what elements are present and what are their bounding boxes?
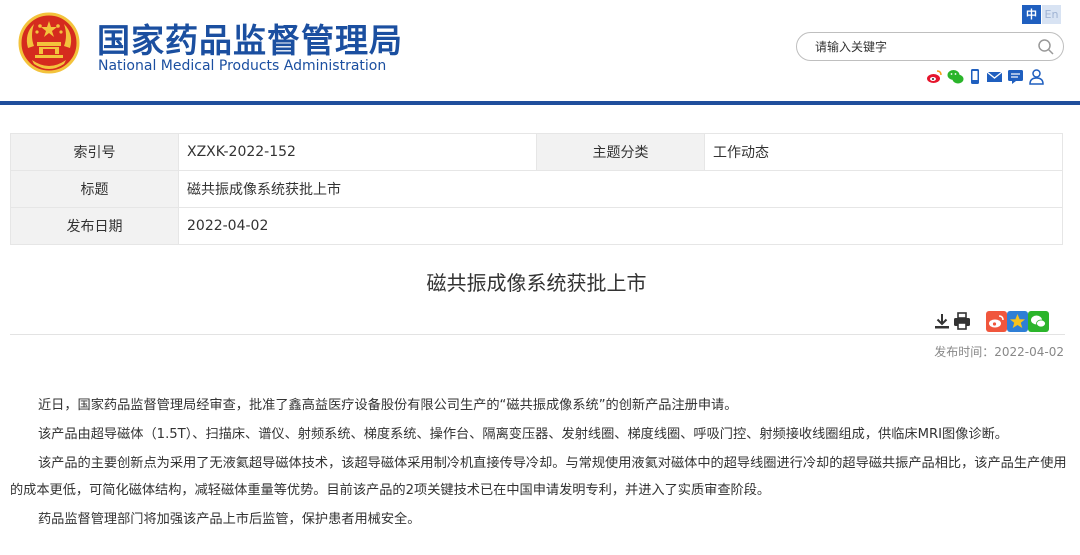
title-value: 磁共振成像系统获批上市 bbox=[178, 170, 1063, 208]
article-tools bbox=[932, 310, 1049, 332]
publish-date-value: 2022-04-02 bbox=[178, 207, 1063, 245]
article-divider bbox=[10, 334, 1065, 335]
language-chinese-button[interactable]: 中 bbox=[1022, 5, 1041, 24]
title-label: 标题 bbox=[10, 170, 179, 208]
paragraph: 近日，国家药品监督管理局经审查，批准了鑫高益医疗设备股份有限公司生产的“磁共振成… bbox=[38, 398, 738, 413]
publish-date-label: 发布日期 bbox=[10, 207, 179, 245]
table-row: 发布日期 2022-04-02 bbox=[10, 207, 1063, 245]
wechat-share-icon[interactable] bbox=[1028, 310, 1049, 332]
weibo-icon[interactable] bbox=[926, 68, 943, 85]
publish-time: 发布时间：2022-04-02 bbox=[934, 345, 1064, 359]
search-icon[interactable] bbox=[1037, 38, 1055, 56]
table-row: 索引号 XZXK-2022-152 主题分类 工作动态 bbox=[10, 133, 1063, 171]
weibo-share-icon[interactable] bbox=[986, 310, 1007, 332]
header-divider bbox=[0, 101, 1080, 105]
user-icon[interactable] bbox=[1028, 68, 1045, 85]
table-row: 标题 磁共振成像系统获批上市 bbox=[10, 170, 1063, 208]
download-icon[interactable] bbox=[932, 311, 952, 331]
category-value: 工作动态 bbox=[704, 133, 1063, 171]
article-title: 磁共振成像系统获批上市 bbox=[426, 271, 647, 295]
social-links bbox=[926, 66, 1045, 86]
site-title-english[interactable]: National Medical Products Administration bbox=[98, 58, 386, 74]
print-icon[interactable] bbox=[952, 311, 972, 331]
search-input[interactable] bbox=[815, 38, 1025, 56]
search-box bbox=[796, 32, 1064, 61]
article-body: 近日，国家药品监督管理局经审查，批准了鑫高益医疗设备股份有限公司生产的“磁共振成… bbox=[10, 392, 1068, 535]
qzone-share-icon[interactable] bbox=[1007, 310, 1028, 332]
paragraph: 药品监督管理部门将加强该产品上市后监管，保护患者用械安全。 bbox=[38, 512, 421, 527]
mobile-icon[interactable] bbox=[968, 68, 982, 85]
mail-icon[interactable] bbox=[986, 68, 1003, 85]
index-number-label: 索引号 bbox=[10, 133, 179, 171]
paragraph: 该产品由超导磁体（1.5T）、扫描床、谱仪、射频系统、梯度系统、操作台、隔离变压… bbox=[38, 427, 1008, 442]
language-english-button[interactable]: En bbox=[1042, 5, 1061, 24]
national-emblem-logo[interactable] bbox=[18, 12, 80, 74]
paragraph: 该产品的主要创新点为采用了无液氦超导磁体技术，该超导磁体采用制冷机直接传导冷却。… bbox=[10, 456, 1067, 498]
category-label: 主题分类 bbox=[536, 133, 705, 171]
wechat-icon[interactable] bbox=[947, 68, 964, 85]
site-header: 国家药品监督管理局 National Medical Products Admi… bbox=[0, 0, 1080, 101]
site-title[interactable]: 国家药品监督管理局 bbox=[97, 14, 403, 62]
document-info-table: 索引号 XZXK-2022-152 主题分类 工作动态 标题 磁共振成像系统获批… bbox=[10, 133, 1063, 245]
message-icon[interactable] bbox=[1007, 68, 1024, 85]
index-number-value: XZXK-2022-152 bbox=[178, 133, 537, 171]
